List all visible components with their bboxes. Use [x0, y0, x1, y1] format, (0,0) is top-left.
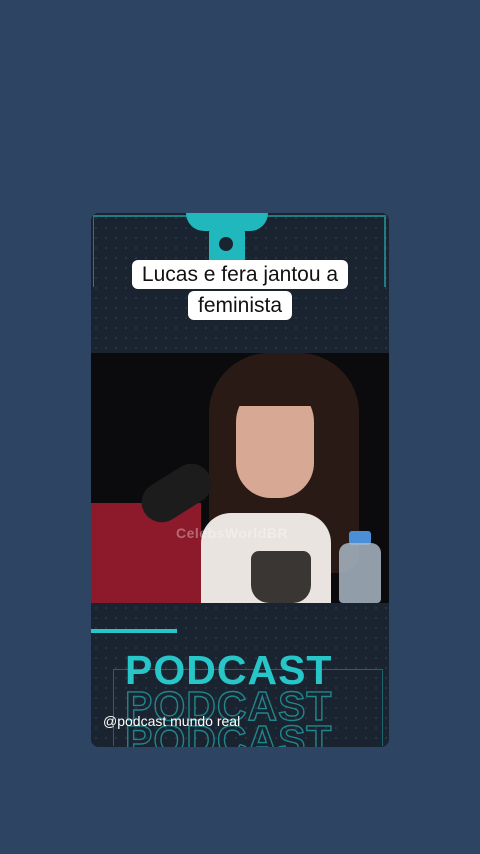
accent-line	[91, 629, 177, 633]
bottom-banner: PODCAST PODCAST PODCAST @podcast mundo r…	[91, 603, 389, 747]
cup	[251, 551, 311, 603]
caption-text: Lucas e fera jantou a feminista	[131, 260, 349, 320]
person-left-jacket	[91, 503, 201, 603]
top-banner: Lucas e fera jantou a feminista	[91, 213, 389, 353]
water-bottle	[339, 543, 381, 603]
channel-handle[interactable]: @podcast mundo real	[103, 713, 240, 729]
watermark: CelebsWorldBR	[176, 525, 289, 541]
video-card[interactable]: Lucas e fera jantou a feminista CelebsWo…	[91, 213, 389, 747]
caption: Lucas e fera jantou a feminista	[101, 259, 379, 321]
video-frame[interactable]: CelebsWorldBR	[91, 353, 389, 603]
person-fringe	[229, 361, 329, 406]
